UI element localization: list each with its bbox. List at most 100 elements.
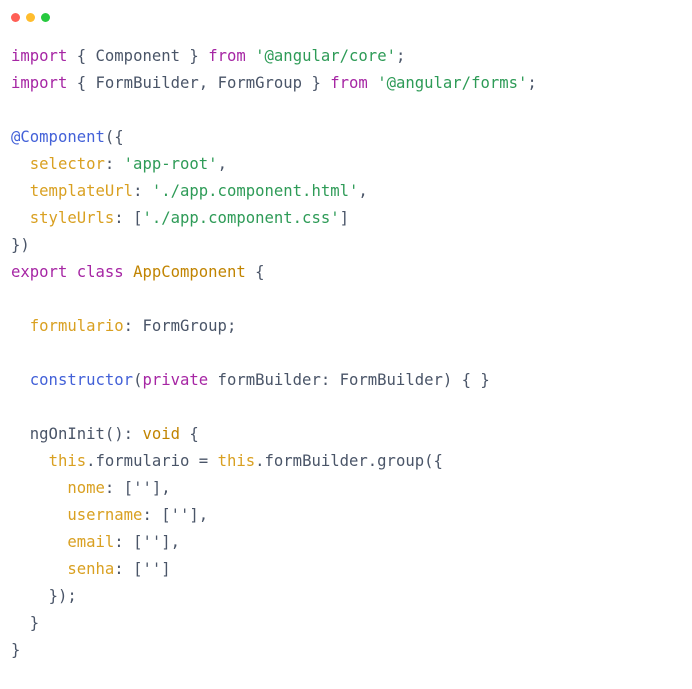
token-key-nome: nome	[67, 479, 105, 497]
code-window: import { Component } from '@angular/core…	[0, 0, 692, 689]
code-line-14-blank	[11, 394, 692, 421]
token-key-styleurls: styleUrls	[29, 209, 115, 227]
code-line-20: senha: ['']	[11, 556, 692, 583]
token-keyword-from: from	[208, 47, 246, 65]
token-value-empty-array: : ['']	[114, 560, 171, 578]
token-punct: ({	[104, 128, 124, 146]
token-keyword-from: from	[330, 74, 368, 92]
code-block[interactable]: import { Component } from '@angular/core…	[11, 43, 692, 664]
token-key-email: email	[67, 533, 115, 551]
token-key-senha: senha	[67, 560, 115, 578]
code-line-18: username: [''],	[11, 502, 692, 529]
token-keyword-this: this	[48, 452, 87, 470]
token-string-angular-core: '@angular/core'	[255, 47, 396, 65]
code-line-10-blank	[11, 286, 692, 313]
token-semicolon: ;	[395, 47, 406, 65]
token-value-empty-array: : [''],	[142, 506, 209, 524]
token-colon: :	[104, 155, 124, 173]
token-keyword-constructor: constructor	[29, 371, 134, 389]
token-decorator-component: @Component	[11, 128, 105, 146]
token-colon: :	[123, 317, 143, 335]
token-value-empty-array: : [''],	[104, 479, 171, 497]
token-comma: ,	[217, 155, 227, 173]
token-semicolon: ;	[527, 74, 537, 92]
code-line-2: import { FormBuilder, FormGroup } from '…	[11, 70, 692, 97]
close-button-icon[interactable]	[11, 12, 20, 22]
token-string-style-path: './app.component.css'	[142, 209, 340, 227]
code-line-22: }	[11, 610, 692, 637]
token-member-formulario: .formulario =	[86, 452, 218, 470]
token-keyword-this: this	[217, 452, 256, 470]
code-editor[interactable]: import { Component } from '@angular/core…	[0, 34, 692, 664]
code-line-21: });	[11, 583, 692, 610]
token-string-angular-forms: '@angular/forms'	[377, 74, 528, 92]
token-keyword-import: import	[11, 74, 68, 92]
token-colon: :	[133, 182, 152, 200]
code-line-8: })	[11, 232, 692, 259]
code-line-16: this.formulario = this.formBuilder.group…	[11, 448, 692, 475]
minimize-button-icon[interactable]	[26, 12, 35, 22]
code-line-5: selector: 'app-root',	[11, 151, 692, 178]
token-close-method: }	[29, 614, 40, 632]
token-identifier-component: Component	[95, 47, 181, 65]
token-brace-close: }	[180, 47, 209, 65]
token-type-void: void	[142, 425, 181, 443]
token-value-empty-array: : [''],	[114, 533, 181, 551]
token-brace-open: {	[67, 74, 96, 92]
token-brace-close: }	[302, 74, 331, 92]
token-keyword-class: class	[76, 263, 124, 281]
code-line-17: nome: [''],	[11, 475, 692, 502]
code-line-7: styleUrls: ['./app.component.css']	[11, 205, 692, 232]
token-brace-open: {	[67, 47, 96, 65]
window-controls	[11, 12, 50, 22]
token-field-formulario: formulario	[29, 317, 124, 335]
token-member-formbuilder-group: .formBuilder.group({	[255, 452, 443, 470]
token-punct: })	[11, 236, 30, 254]
token-string-template-path: './app.component.html'	[151, 182, 359, 200]
token-identifier-formbuilder-formgroup: FormBuilder, FormGroup	[95, 74, 303, 92]
token-keyword-import: import	[11, 47, 68, 65]
code-line-11: formulario: FormGroup;	[11, 313, 692, 340]
token-brace: {	[245, 263, 265, 281]
token-bracket-close: ]	[339, 209, 349, 227]
token-comma: ,	[358, 182, 368, 200]
token-close-group: });	[48, 587, 77, 605]
maximize-button-icon[interactable]	[41, 12, 50, 22]
window-titlebar	[0, 0, 692, 34]
code-line-13: constructor(private formBuilder: FormBui…	[11, 367, 692, 394]
token-method-ngoninit: ngOnInit():	[29, 425, 143, 443]
token-string-app-root: 'app-root'	[123, 155, 218, 173]
token-brace: {	[180, 425, 199, 443]
code-line-4: @Component({	[11, 124, 692, 151]
code-line-12-blank	[11, 340, 692, 367]
code-line-19: email: [''],	[11, 529, 692, 556]
token-keyword-export: export	[11, 263, 68, 281]
token-close-class: }	[11, 641, 21, 659]
code-line-1: import { Component } from '@angular/core…	[11, 43, 692, 70]
code-line-23: }	[11, 637, 692, 664]
code-line-9: export class AppComponent {	[11, 259, 692, 286]
token-keyword-private: private	[142, 371, 209, 389]
token-params: formBuilder: FormBuilder) { }	[208, 371, 490, 389]
token-key-templateurl: templateUrl	[29, 182, 134, 200]
token-colon: :	[114, 209, 134, 227]
token-key-selector: selector	[29, 155, 105, 173]
token-classname-appcomponent: AppComponent	[133, 263, 246, 281]
code-line-3-blank	[11, 97, 692, 124]
